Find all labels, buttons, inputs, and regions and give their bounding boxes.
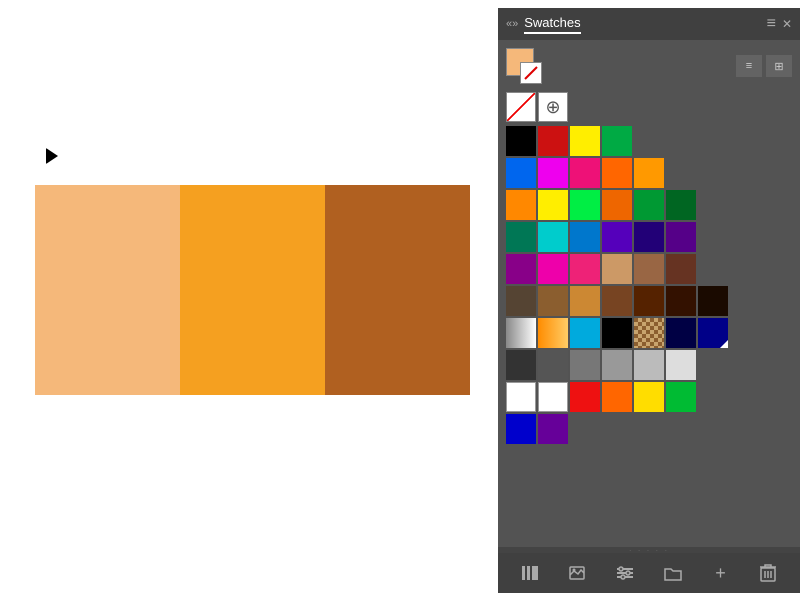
swatch-gray-5[interactable]: [634, 350, 664, 380]
swatch-row-8: [506, 350, 792, 380]
swatch-row-3: [506, 190, 792, 220]
swatch-white-2[interactable]: [538, 382, 568, 412]
swatch-row-2: [506, 158, 792, 188]
color-rect-medium-orange: [180, 185, 325, 395]
panel-controls: ≡ ✕: [767, 15, 792, 33]
swatch-r6-5[interactable]: [634, 286, 664, 316]
swatch-gray-6[interactable]: [666, 350, 696, 380]
swatch-r6-6[interactable]: [666, 286, 696, 316]
view-buttons: ≡ ⊞: [736, 55, 792, 77]
color-preview-area: ≡ ⊞: [498, 40, 800, 92]
list-view-button[interactable]: ≡: [736, 55, 762, 77]
swatch-r9-yellow[interactable]: [634, 382, 664, 412]
swatch-r9-green[interactable]: [666, 382, 696, 412]
swatch-hotpink[interactable]: [570, 158, 600, 188]
panel-title-tab: «» Swatches: [506, 15, 581, 34]
panel-title: Swatches: [524, 15, 580, 34]
swatch-r10-blue[interactable]: [506, 414, 536, 444]
swatch-r3-1[interactable]: [506, 190, 536, 220]
swatch-r9-orange[interactable]: [602, 382, 632, 412]
swatch-cyan[interactable]: [570, 318, 600, 348]
swatch-r4-6[interactable]: [666, 222, 696, 252]
swatch-blue[interactable]: [506, 158, 536, 188]
swatch-r6-4[interactable]: [602, 286, 632, 316]
swap-arrow-icon: [524, 66, 538, 80]
swatches-grid[interactable]: [498, 126, 800, 547]
swatch-gray-2[interactable]: [538, 350, 568, 380]
settings-button[interactable]: [611, 559, 639, 587]
swatch-dark-navy[interactable]: [666, 318, 696, 348]
swatch-pattern[interactable]: [634, 318, 664, 348]
crosshair-swatch[interactable]: ⊕: [538, 92, 568, 122]
folder-button[interactable]: [659, 559, 687, 587]
swatch-dark-orange[interactable]: [634, 158, 664, 188]
swatch-r3-4[interactable]: [602, 190, 632, 220]
grid-view-button[interactable]: ⊞: [766, 55, 792, 77]
add-button[interactable]: +: [706, 559, 734, 587]
swatch-row-9: [506, 382, 792, 412]
swatch-r4-2[interactable]: [538, 222, 568, 252]
color-rect-light-orange: [35, 185, 180, 395]
cursor-icon: [46, 148, 58, 164]
swatch-gray-gradient[interactable]: [506, 318, 536, 348]
swatch-r5-3[interactable]: [570, 254, 600, 284]
swatch-r3-5[interactable]: [634, 190, 664, 220]
swatch-r4-3[interactable]: [570, 222, 600, 252]
current-color-box[interactable]: [506, 48, 542, 84]
delete-button[interactable]: [754, 559, 782, 587]
swatch-orange[interactable]: [602, 158, 632, 188]
swatch-row-1: [506, 126, 792, 156]
swatch-orange-gradient[interactable]: [538, 318, 568, 348]
swatch-row-7: [506, 318, 792, 348]
swatch-r4-5[interactable]: [634, 222, 664, 252]
swatch-r4-4[interactable]: [602, 222, 632, 252]
swatch-r6-7[interactable]: [698, 286, 728, 316]
swatches-panel: «» Swatches ≡ ✕ ≡ ⊞ ⊕: [498, 8, 800, 593]
swatch-navy[interactable]: [698, 318, 728, 348]
swatch-r5-4[interactable]: [602, 254, 632, 284]
swatch-gray-4[interactable]: [602, 350, 632, 380]
place-button[interactable]: [563, 559, 591, 587]
background-color[interactable]: [520, 62, 542, 84]
swatch-black-2[interactable]: [602, 318, 632, 348]
swatch-green[interactable]: [602, 126, 632, 156]
swatch-red[interactable]: [538, 126, 568, 156]
swatch-yellow[interactable]: [570, 126, 600, 156]
swatch-r10-purple[interactable]: [538, 414, 568, 444]
swatch-r6-2[interactable]: [538, 286, 568, 316]
special-swatches-row: ⊕: [498, 92, 800, 126]
swatch-r3-3[interactable]: [570, 190, 600, 220]
swatch-r5-5[interactable]: [634, 254, 664, 284]
swatch-r5-1[interactable]: [506, 254, 536, 284]
panel-bottom-toolbar: +: [498, 553, 800, 593]
collapse-icon[interactable]: «»: [506, 18, 518, 30]
swatch-r3-6[interactable]: [666, 190, 696, 220]
swatch-row-5: [506, 254, 792, 284]
swatch-magenta[interactable]: [538, 158, 568, 188]
color-display: [35, 185, 470, 395]
swatch-black[interactable]: [506, 126, 536, 156]
swatch-row-6: [506, 286, 792, 316]
panel-titlebar: «» Swatches ≡ ✕: [498, 8, 800, 40]
swatch-gray-1[interactable]: [506, 350, 536, 380]
swatch-r4-1[interactable]: [506, 222, 536, 252]
swatch-r6-3[interactable]: [570, 286, 600, 316]
swatch-white-1[interactable]: [506, 382, 536, 412]
swatch-row-10: [506, 414, 792, 444]
color-rect-dark-brown: [325, 185, 470, 395]
swatch-r5-2[interactable]: [538, 254, 568, 284]
library-button[interactable]: [516, 559, 544, 587]
swatch-row-4: [506, 222, 792, 252]
swatch-gray-3[interactable]: [570, 350, 600, 380]
canvas-area: [0, 0, 480, 600]
swatch-r3-2[interactable]: [538, 190, 568, 220]
swatch-r5-6[interactable]: [666, 254, 696, 284]
panel-close-icon[interactable]: ✕: [782, 17, 792, 31]
swatch-r6-1[interactable]: [506, 286, 536, 316]
none-swatch[interactable]: [506, 92, 536, 122]
swatch-r9-red[interactable]: [570, 382, 600, 412]
panel-menu-icon[interactable]: ≡: [767, 15, 776, 33]
